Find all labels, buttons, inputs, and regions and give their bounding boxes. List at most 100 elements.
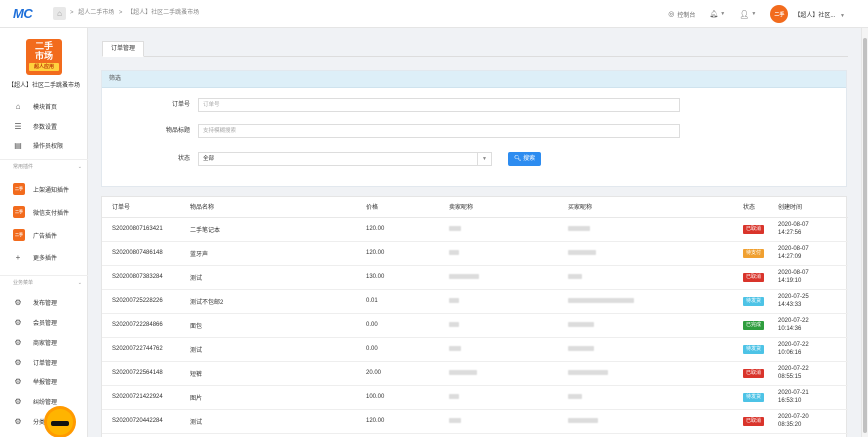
column-header-order-no[interactable]: 订单号 <box>102 197 180 218</box>
scrollbar-thumb[interactable] <box>863 38 867 433</box>
sidebar-section-plugins[interactable]: 常用插件 ⌄ <box>0 159 88 173</box>
sidebar-item-wechat-pay-plugin[interactable]: 二手 微信支付插件 <box>0 203 88 221</box>
item-name-cell: 图片 <box>180 385 356 410</box>
price-cell: 100.00 <box>356 385 439 410</box>
created-date: 2020-08-07 <box>778 222 809 228</box>
tab-order-management[interactable]: 订单管理 <box>102 41 145 57</box>
status-select-value: 全部 <box>203 156 215 162</box>
sidebar-item-members[interactable]: ⚙ 会员管理 <box>0 313 88 331</box>
sidebar-item-permissions[interactable]: ▤ 操作员权限 <box>0 136 88 154</box>
table-row[interactable]: S20200722564148 短裤 20.00 已取消 2020-07-22 08:55… <box>102 361 848 386</box>
column-header-buyer[interactable]: 买家昵称 <box>558 197 733 218</box>
status-select[interactable]: 全部 ▼ <box>198 152 492 166</box>
console-link[interactable]: ◎ 控制台 <box>668 10 695 19</box>
app-logo-line3: 超人应用 <box>29 63 59 71</box>
column-header-price[interactable]: 价格 <box>356 197 439 218</box>
buyer-cell <box>558 337 733 362</box>
search-button[interactable]: 🔍︎ 搜索 <box>508 152 541 166</box>
item-title-input[interactable]: 支持模糊搜索 <box>198 124 680 138</box>
sidebar-section-business[interactable]: 业务菜单 ⌄ <box>0 275 88 289</box>
column-header-seller[interactable]: 卖家昵称 <box>439 197 558 218</box>
sidebar-item-reports[interactable]: ⚙ 举报管理 <box>0 372 88 390</box>
order-no-cell: S20200721422924 <box>102 385 180 410</box>
sidebar-item-ad-plugin[interactable]: 二手 广告插件 <box>0 226 88 244</box>
order-no-cell: S20200725228226 <box>102 289 180 314</box>
dashboard-icon: ◎ <box>668 11 675 18</box>
sidebar-item-merchants[interactable]: ⚙ 商家管理 <box>0 333 88 351</box>
item-name-cell: 面包 <box>180 313 356 338</box>
sidebar-item-orders[interactable]: ⚙ 订单管理 <box>0 353 88 371</box>
item-name-cell: 测试 <box>180 265 356 290</box>
column-header-status[interactable]: 状态 <box>733 197 768 218</box>
chevron-down-icon: ⌄ <box>77 163 82 170</box>
column-header-created[interactable]: 创建时间 <box>768 197 848 218</box>
table-row[interactable]: S20200807163421 二手笔记本 120.00 已取消 2020-08-07 1… <box>102 217 848 242</box>
account-name[interactable]: 【超人】社区... ▼ <box>794 10 845 19</box>
table-row[interactable]: S20200807383284 测试 130.00 已取消 2020-08-07 14:1… <box>102 265 848 290</box>
order-no-cell: S20200720442284 <box>102 409 180 434</box>
table-row[interactable]: S20200722744762 测试 0.00 待发货 2020-07-22 10:06:… <box>102 337 848 362</box>
sidebar-item-home[interactable]: ⌂ 模块首页 <box>0 97 88 115</box>
item-name-cell: 蓝牙声 <box>180 241 356 266</box>
price-cell: 20.00 <box>356 361 439 386</box>
created-time-cell: 2020-07-22 10:14:36 <box>768 313 848 338</box>
buyer-cell <box>558 241 733 266</box>
created-time: 10:14:36 <box>778 326 802 332</box>
section-label: 业务菜单 <box>13 280 34 286</box>
table-row[interactable]: 2020-07-20 <box>102 433 848 437</box>
page-scrollbar[interactable] <box>861 28 868 437</box>
buyer-cell <box>558 385 733 410</box>
main-content: 订单管理 筛选 订单号 订单号 物品标题 支持模糊搜索 状态 全部 ▼ 🔍︎ 搜… <box>88 28 868 437</box>
home-icon[interactable]: ⌂ <box>53 7 66 20</box>
table-row[interactable]: S20200722284866 面包 0.00 已完成 2020-07-22 10:14:… <box>102 313 848 338</box>
sidebar-item-label: 微信支付插件 <box>33 210 70 217</box>
floating-sun-widget[interactable] <box>47 409 73 435</box>
status-badge: 待发货 <box>743 296 765 306</box>
app-logo[interactable]: 二手 市场 超人应用 <box>26 39 62 75</box>
sidebar-item-label: 广告插件 <box>33 233 58 240</box>
chevron-down-icon: ⌄ <box>77 279 82 286</box>
price-cell: 130.00 <box>356 265 439 290</box>
status-cell: 已取消 <box>733 409 768 434</box>
seller-cell <box>439 289 558 314</box>
sidebar-item-notify-plugin[interactable]: 二手 上架通知插件 <box>0 180 88 198</box>
sidebar-item-settings[interactable]: ☰ 参数设置 <box>0 117 88 135</box>
created-time: 10:06:16 <box>778 350 802 356</box>
sidebar-item-categories[interactable]: ⚙ 分类 <box>0 412 88 430</box>
gear-icon: ⚙ <box>14 337 22 347</box>
sidebar-item-label: 发布管理 <box>33 300 58 307</box>
order-no-cell: S20200722564148 <box>102 361 180 386</box>
section-label: 常用插件 <box>13 164 34 170</box>
order-no-input[interactable]: 订单号 <box>198 98 680 112</box>
sidebar-item-label: 上架通知插件 <box>33 187 70 194</box>
seller-name-redacted <box>449 417 461 423</box>
price-cell: 120.00 <box>356 241 439 266</box>
filter-panel: 筛选 订单号 订单号 物品标题 支持模糊搜索 状态 全部 ▼ 🔍︎ 搜索 <box>101 70 847 187</box>
sidebar-item-more-plugins[interactable]: + 更多插件 <box>0 248 88 266</box>
avatar[interactable]: 二手 <box>770 5 789 23</box>
tab-bar: 订单管理 <box>102 39 848 57</box>
status-cell <box>733 433 768 437</box>
table-row[interactable]: S20200807486148 蓝牙声 120.00 待支付 2020-08-07 14:… <box>102 241 848 266</box>
plugin-icon: 二手 <box>13 206 25 218</box>
notification-button[interactable]: 🔔︎ ▼ <box>709 10 725 18</box>
seller-cell <box>439 265 558 290</box>
sidebar-item-disputes[interactable]: ⚙ 纠纷管理 <box>0 392 88 410</box>
table-row[interactable]: S20200725228226 测试不包邮2 0.01 待发货 2020-07-25 14… <box>102 289 848 314</box>
user-menu-button[interactable]: 👤︎ ▼ <box>739 10 756 19</box>
brand-logo[interactable]: MC <box>13 6 47 22</box>
table-row[interactable]: S20200720442284 测试 120.00 已取消 2020-07-20 08:3… <box>102 409 848 434</box>
status-cell: 待发货 <box>733 385 768 410</box>
created-time: 14:27:56 <box>778 230 802 236</box>
breadcrumb-item-market[interactable]: 超人二手市场 <box>78 10 114 16</box>
seller-name-redacted <box>449 225 461 231</box>
table-row[interactable]: S20200721422924 图片 100.00 待发货 2020-07-21 16:5… <box>102 385 848 410</box>
app-logo-line1: 二手 <box>34 41 53 51</box>
item-name-cell: 二手笔记本 <box>180 217 356 242</box>
column-header-item-name[interactable]: 物品名称 <box>180 197 356 218</box>
sidebar-item-publish[interactable]: ⚙ 发布管理 <box>0 293 88 311</box>
breadcrumb-item-app[interactable]: 【超人】社区二手跳蚤市场 <box>127 10 199 16</box>
item-name-cell <box>180 433 356 437</box>
gear-icon: ⚙ <box>14 416 22 426</box>
price-cell: 0.00 <box>356 337 439 362</box>
